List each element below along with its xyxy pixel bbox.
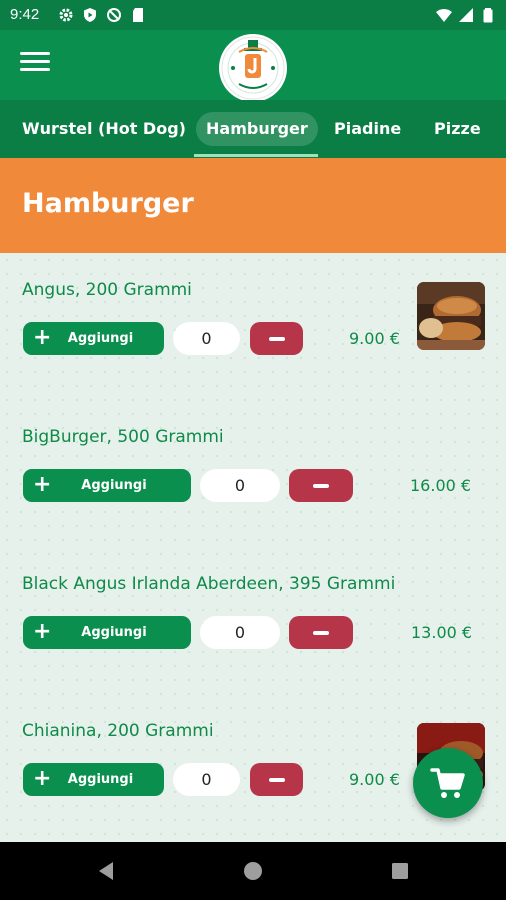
add-button-label: Aggiungi (81, 625, 147, 640)
product-image[interactable] (417, 282, 485, 350)
remove-button[interactable] (289, 616, 353, 649)
quantity-field[interactable]: 0 (200, 616, 280, 649)
add-button[interactable]: + Aggiungi (23, 616, 191, 649)
minus-icon (313, 630, 329, 635)
burger-photo-icon (417, 282, 485, 350)
restaurant-logo[interactable] (219, 34, 287, 102)
signal-icon (459, 8, 473, 22)
product-name: Angus, 200 Grammi (22, 280, 192, 300)
quantity-field[interactable]: 0 (173, 763, 240, 796)
shopping-cart-icon (430, 768, 465, 798)
app-bar (0, 30, 506, 102)
tab-hamburger[interactable]: Hamburger (196, 112, 318, 146)
add-button[interactable]: + Aggiungi (23, 763, 164, 796)
product-item-black-angus: Black Angus Irlanda Aberdeen, 395 Grammi… (0, 574, 506, 714)
add-button-label: Aggiungi (81, 478, 147, 493)
section-title: Hamburger (22, 188, 194, 219)
back-icon[interactable] (96, 860, 116, 882)
system-nav-bar (0, 842, 506, 900)
remove-button[interactable] (289, 469, 353, 502)
quantity-field[interactable]: 0 (173, 322, 240, 355)
minus-icon (268, 336, 285, 341)
home-icon[interactable] (243, 860, 263, 882)
product-item-angus: Angus, 200 Grammi + Aggiungi 0 9.00 € (0, 280, 506, 420)
status-icons-left (58, 7, 146, 23)
sd-card-icon (133, 8, 143, 22)
tab-piadine[interactable]: Piadine (334, 112, 401, 146)
product-price: 13.00 € (411, 623, 473, 642)
minus-icon (313, 483, 329, 488)
tab-pizze[interactable]: Pizze (434, 112, 481, 146)
gear-icon (59, 8, 73, 22)
logo-emblem-icon (221, 36, 285, 100)
add-button-label: Aggiungi (67, 772, 134, 787)
add-button-label: Aggiungi (67, 331, 134, 346)
remove-button[interactable] (250, 322, 303, 355)
wifi-icon (436, 9, 452, 22)
status-icons-right (436, 7, 496, 23)
recents-icon[interactable] (390, 860, 410, 882)
shopping-cart-button[interactable] (413, 748, 483, 818)
quantity-field[interactable]: 0 (200, 469, 280, 502)
product-name: Chianina, 200 Grammi (22, 721, 214, 741)
shield-play-icon (84, 8, 96, 22)
product-name: BigBurger, 500 Grammi (22, 427, 224, 447)
category-tabs: Wurstel (Hot Dog) Hamburger Piadine Pizz… (0, 100, 506, 158)
minus-icon (268, 777, 285, 782)
add-button[interactable]: + Aggiungi (23, 322, 164, 355)
add-button[interactable]: + Aggiungi (23, 469, 191, 502)
status-time: 9:42 (10, 6, 40, 23)
section-header: Hamburger (0, 158, 506, 253)
product-name: Black Angus Irlanda Aberdeen, 395 Grammi (22, 574, 396, 594)
tab-wurstel[interactable]: Wurstel (Hot Dog) (22, 112, 186, 146)
hamburger-menu-icon[interactable] (20, 52, 50, 78)
product-item-bigburger: BigBurger, 500 Grammi + Aggiungi 0 16.00… (0, 427, 506, 567)
no-sync-icon (107, 8, 121, 22)
product-price: 9.00 € (349, 329, 400, 348)
status-bar: 9:42 (0, 0, 506, 30)
product-price: 16.00 € (410, 476, 472, 495)
active-tab-indicator (194, 154, 318, 157)
remove-button[interactable] (250, 763, 303, 796)
product-price: 9.00 € (349, 770, 400, 789)
battery-icon (483, 8, 493, 23)
